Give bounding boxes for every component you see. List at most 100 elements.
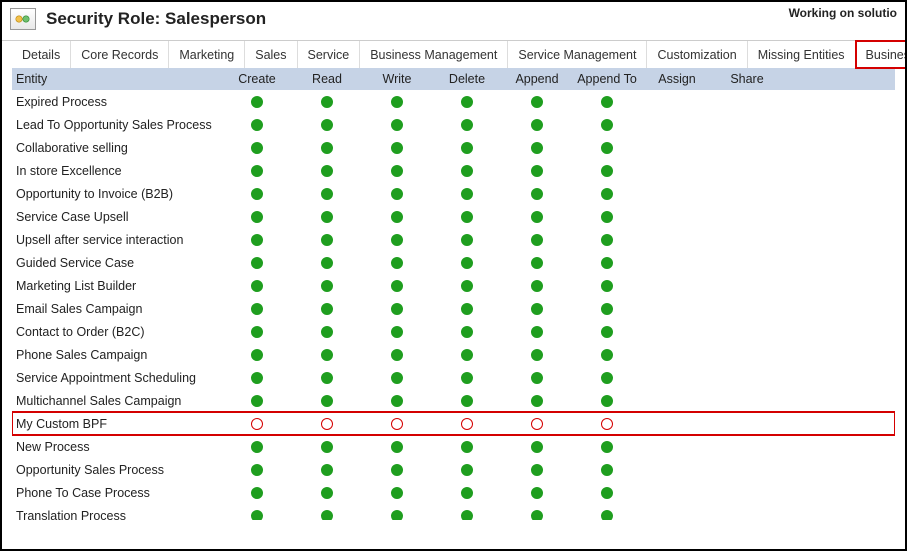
priv-full-icon[interactable] [251, 211, 263, 223]
priv-cell[interactable] [572, 303, 642, 315]
priv-full-icon[interactable] [251, 441, 263, 453]
priv-cell[interactable] [432, 96, 502, 108]
priv-full-icon[interactable] [251, 165, 263, 177]
entity-name[interactable]: Email Sales Campaign [12, 302, 222, 316]
priv-full-icon[interactable] [531, 464, 543, 476]
priv-cell[interactable] [502, 96, 572, 108]
priv-full-icon[interactable] [251, 188, 263, 200]
priv-full-icon[interactable] [531, 487, 543, 499]
priv-full-icon[interactable] [321, 257, 333, 269]
priv-cell[interactable] [222, 487, 292, 499]
priv-cell[interactable] [222, 280, 292, 292]
priv-full-icon[interactable] [461, 395, 473, 407]
priv-full-icon[interactable] [321, 487, 333, 499]
priv-full-icon[interactable] [601, 280, 613, 292]
entity-name[interactable]: Lead To Opportunity Sales Process [12, 118, 222, 132]
priv-cell[interactable] [362, 96, 432, 108]
priv-full-icon[interactable] [601, 165, 613, 177]
priv-full-icon[interactable] [601, 510, 613, 521]
priv-cell[interactable] [432, 142, 502, 154]
entity-name[interactable]: Multichannel Sales Campaign [12, 394, 222, 408]
priv-cell[interactable] [292, 211, 362, 223]
priv-full-icon[interactable] [321, 211, 333, 223]
priv-cell[interactable] [432, 510, 502, 521]
priv-full-icon[interactable] [461, 441, 473, 453]
priv-full-icon[interactable] [391, 487, 403, 499]
priv-cell[interactable] [572, 211, 642, 223]
priv-cell[interactable] [572, 96, 642, 108]
priv-cell[interactable] [222, 211, 292, 223]
priv-full-icon[interactable] [531, 142, 543, 154]
entity-name[interactable]: Contact to Order (B2C) [12, 325, 222, 339]
priv-cell[interactable] [362, 464, 432, 476]
priv-full-icon[interactable] [531, 349, 543, 361]
tab-business-process-flows[interactable]: Business Process Flows [856, 41, 907, 68]
priv-full-icon[interactable] [391, 96, 403, 108]
priv-cell[interactable] [502, 234, 572, 246]
priv-cell[interactable] [432, 280, 502, 292]
priv-cell[interactable] [572, 234, 642, 246]
priv-full-icon[interactable] [251, 257, 263, 269]
priv-full-icon[interactable] [251, 326, 263, 338]
priv-cell[interactable] [362, 303, 432, 315]
priv-full-icon[interactable] [321, 96, 333, 108]
tab-sales[interactable]: Sales [245, 41, 297, 68]
priv-cell[interactable] [362, 326, 432, 338]
priv-full-icon[interactable] [391, 165, 403, 177]
tab-business-management[interactable]: Business Management [360, 41, 508, 68]
priv-full-icon[interactable] [601, 303, 613, 315]
priv-cell[interactable] [502, 280, 572, 292]
priv-cell[interactable] [432, 372, 502, 384]
priv-full-icon[interactable] [461, 188, 473, 200]
priv-full-icon[interactable] [391, 349, 403, 361]
priv-cell[interactable] [292, 188, 362, 200]
priv-full-icon[interactable] [251, 280, 263, 292]
priv-full-icon[interactable] [391, 326, 403, 338]
priv-cell[interactable] [292, 165, 362, 177]
priv-full-icon[interactable] [531, 280, 543, 292]
priv-cell[interactable] [502, 395, 572, 407]
priv-cell[interactable] [572, 464, 642, 476]
priv-full-icon[interactable] [321, 510, 333, 521]
priv-cell[interactable] [502, 142, 572, 154]
col-header-create[interactable]: Create [222, 72, 292, 86]
priv-cell[interactable] [222, 464, 292, 476]
priv-full-icon[interactable] [251, 487, 263, 499]
priv-cell[interactable] [292, 280, 362, 292]
priv-full-icon[interactable] [391, 303, 403, 315]
priv-full-icon[interactable] [391, 119, 403, 131]
priv-full-icon[interactable] [391, 211, 403, 223]
priv-cell[interactable] [502, 487, 572, 499]
priv-full-icon[interactable] [321, 395, 333, 407]
priv-cell[interactable] [572, 142, 642, 154]
priv-full-icon[interactable] [321, 119, 333, 131]
priv-full-icon[interactable] [601, 96, 613, 108]
priv-full-icon[interactable] [461, 119, 473, 131]
priv-cell[interactable] [292, 142, 362, 154]
entity-name[interactable]: Marketing List Builder [12, 279, 222, 293]
col-header-write[interactable]: Write [362, 72, 432, 86]
priv-cell[interactable] [362, 510, 432, 521]
tab-service[interactable]: Service [298, 41, 361, 68]
priv-cell[interactable] [432, 211, 502, 223]
entity-name[interactable]: Service Appointment Scheduling [12, 371, 222, 385]
priv-cell[interactable] [502, 211, 572, 223]
priv-full-icon[interactable] [461, 234, 473, 246]
entity-name[interactable]: Expired Process [12, 95, 222, 109]
priv-cell[interactable] [432, 418, 502, 430]
priv-cell[interactable] [502, 372, 572, 384]
priv-cell[interactable] [432, 188, 502, 200]
priv-cell[interactable] [222, 96, 292, 108]
tab-core-records[interactable]: Core Records [71, 41, 169, 68]
entity-name[interactable]: Phone To Case Process [12, 486, 222, 500]
priv-full-icon[interactable] [531, 326, 543, 338]
priv-cell[interactable] [292, 326, 362, 338]
priv-cell[interactable] [502, 257, 572, 269]
entity-name[interactable]: My Custom BPF [12, 417, 222, 431]
priv-full-icon[interactable] [461, 165, 473, 177]
priv-cell[interactable] [362, 441, 432, 453]
priv-full-icon[interactable] [321, 234, 333, 246]
priv-full-icon[interactable] [391, 280, 403, 292]
priv-cell[interactable] [432, 234, 502, 246]
priv-full-icon[interactable] [531, 188, 543, 200]
